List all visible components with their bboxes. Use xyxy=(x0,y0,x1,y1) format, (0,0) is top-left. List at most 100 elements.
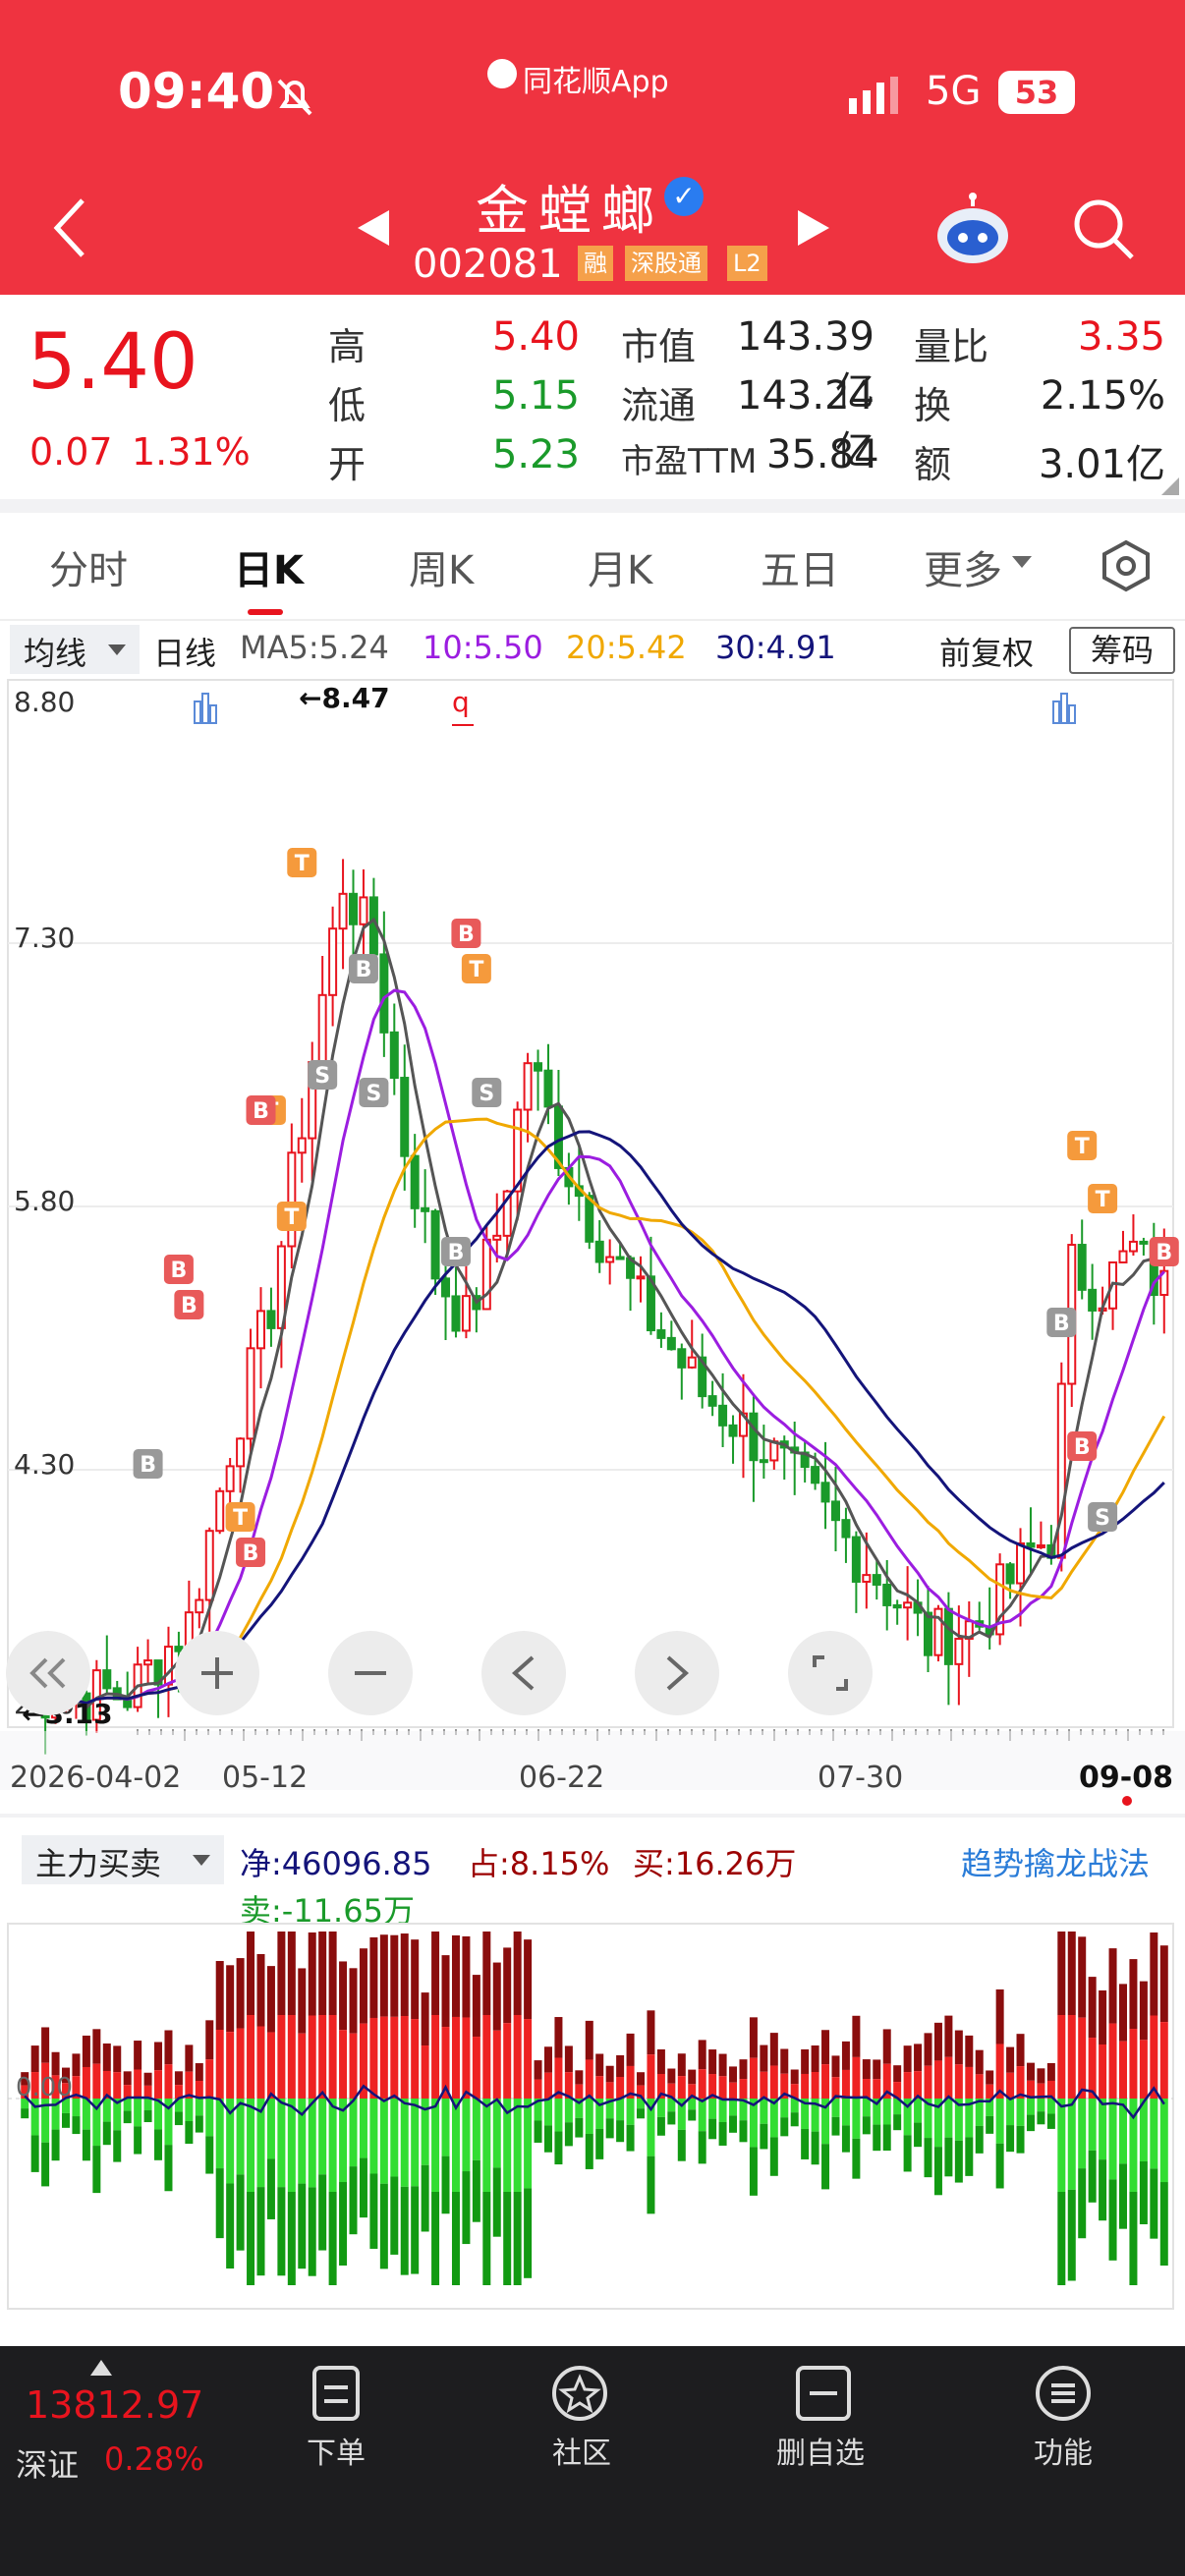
dividend-marker-icon[interactable]: q xyxy=(448,688,478,731)
tab-monthly-k[interactable]: 月K xyxy=(588,538,652,595)
signal-badge[interactable]: T xyxy=(461,954,491,983)
sell-bar xyxy=(72,2099,81,2117)
zoom-out-button[interactable] xyxy=(328,1631,413,1715)
signal-badge[interactable]: T xyxy=(225,1502,255,1532)
buy-bar xyxy=(318,2015,327,2099)
signal-badge[interactable]: B xyxy=(1046,1308,1077,1337)
signal-badge[interactable]: B xyxy=(440,1237,471,1266)
community-icon[interactable] xyxy=(550,2364,609,2423)
candle-body xyxy=(851,1536,861,1583)
buy-bar-strong xyxy=(554,2017,563,2058)
scroll-left-button[interactable] xyxy=(481,1631,566,1715)
tab-weekly-k[interactable]: 周K xyxy=(409,538,474,595)
prev-stock-icon[interactable] xyxy=(356,208,391,248)
report-icon[interactable] xyxy=(193,692,218,725)
signal-badge[interactable]: S xyxy=(472,1078,502,1107)
nav-function-label[interactable]: 功能 xyxy=(1034,2429,1093,2472)
turnover-label: 换 xyxy=(914,384,952,427)
signal-badge[interactable]: B xyxy=(133,1449,163,1479)
menu-circle-icon[interactable] xyxy=(1034,2364,1093,2423)
svg-text:S: S xyxy=(1095,1506,1110,1531)
buy-bar-strong xyxy=(954,2030,963,2065)
tab-more[interactable]: 更多 xyxy=(924,538,1002,595)
buy-bar-strong xyxy=(893,2065,902,2083)
buy-bar xyxy=(524,2019,533,2099)
scroll-right-button[interactable] xyxy=(635,1631,719,1715)
settings-hexagon-icon[interactable] xyxy=(1099,538,1154,593)
indicator-buy: 买:16.26万 xyxy=(633,1845,797,1882)
expand-corner-icon[interactable] xyxy=(1161,477,1179,495)
search-icon[interactable] xyxy=(1071,196,1136,261)
remove-watchlist-icon[interactable] xyxy=(794,2364,853,2423)
robot-assistant-icon[interactable] xyxy=(933,193,1012,267)
zoom-in-button[interactable] xyxy=(175,1631,259,1715)
scroll-left-fast-button[interactable] xyxy=(6,1631,90,1715)
sell-bar-strong xyxy=(513,2192,522,2285)
buy-bar-strong xyxy=(656,2048,665,2074)
sell-bar-strong xyxy=(790,2112,799,2127)
sell-bar-strong xyxy=(575,2117,584,2138)
nav-community-label[interactable]: 社区 xyxy=(552,2429,611,2472)
candle-body xyxy=(266,1310,276,1329)
candle-body xyxy=(862,1574,872,1583)
sell-bar-strong xyxy=(205,2136,214,2174)
tab-intraday[interactable]: 分时 xyxy=(49,538,128,595)
report-icon[interactable] xyxy=(1051,692,1077,725)
main-force-chart[interactable] xyxy=(0,1922,1185,2315)
sell-bar-strong xyxy=(708,2118,717,2140)
signal-badge[interactable]: T xyxy=(276,1202,307,1231)
chips-button[interactable]: 筹码 xyxy=(1069,627,1175,674)
signal-badge[interactable]: B xyxy=(174,1290,204,1319)
strategy-link[interactable]: 趋势擒龙战法 xyxy=(961,1839,1150,1884)
candle-body xyxy=(255,1310,265,1350)
signal-badge[interactable]: B xyxy=(1067,1431,1098,1461)
buy-bar-strong xyxy=(769,2033,778,2066)
sell-bar xyxy=(82,2099,90,2130)
buy-bar-strong xyxy=(995,1988,1004,2044)
signal-badge[interactable]: B xyxy=(1149,1237,1179,1266)
signal-badge[interactable]: B xyxy=(348,954,378,983)
svg-text:T: T xyxy=(1075,1135,1090,1159)
signal-badge[interactable]: B xyxy=(163,1255,194,1284)
nav-remove-watchlist-label[interactable]: 删自选 xyxy=(776,2429,865,2472)
tab-daily-k[interactable]: 日K xyxy=(234,538,304,595)
sell-bar-strong xyxy=(543,2125,552,2153)
signal-badge[interactable]: S xyxy=(359,1078,389,1107)
back-arrow-icon[interactable] xyxy=(51,196,90,259)
buy-bar-strong xyxy=(944,2015,953,2057)
signal-badge[interactable]: B xyxy=(236,1538,266,1567)
kline-chart[interactable]: BBBTBTTBTBSSBTSBTTBBSB xyxy=(0,678,1185,1808)
tab-five-day[interactable]: 五日 xyxy=(761,538,839,595)
signal-badge[interactable]: B xyxy=(246,1095,276,1125)
sell-bar-strong xyxy=(1057,2192,1066,2285)
candle-body xyxy=(656,1329,666,1339)
buy-bar xyxy=(379,2016,388,2099)
adjust-mode[interactable]: 前复权 xyxy=(939,629,1034,674)
buy-bar-strong xyxy=(266,1966,275,2033)
network-type: 5G xyxy=(926,69,982,114)
sell-bar-strong xyxy=(605,2118,614,2139)
order-icon[interactable] xyxy=(309,2364,364,2423)
buy-bar-strong xyxy=(841,2041,850,2070)
up-triangle-icon xyxy=(90,2360,112,2376)
candle-body xyxy=(317,993,327,1064)
buy-bar-strong xyxy=(1057,1932,1066,2015)
sell-bar xyxy=(914,2099,923,2123)
index-value[interactable]: 13812.97 xyxy=(26,2383,203,2427)
buy-bar-strong xyxy=(72,2053,81,2077)
signal-badge[interactable]: T xyxy=(287,848,317,877)
buy-bar xyxy=(113,2072,122,2099)
fullscreen-button[interactable] xyxy=(788,1631,873,1715)
more-dropdown-icon xyxy=(1012,556,1032,568)
nav-order-label[interactable]: 下单 xyxy=(307,2429,366,2472)
signal-badge[interactable]: S xyxy=(308,1060,338,1090)
stock-code: 002081 xyxy=(413,242,563,287)
candle-body xyxy=(143,1659,153,1666)
signal-badge[interactable]: T xyxy=(1067,1131,1098,1160)
svg-text:B: B xyxy=(243,1541,259,1566)
next-stock-icon[interactable] xyxy=(796,208,831,248)
signal-badge[interactable]: B xyxy=(451,919,481,948)
signal-badge[interactable]: T xyxy=(1088,1184,1118,1213)
signal-badge[interactable]: S xyxy=(1088,1502,1118,1532)
buy-bar-strong xyxy=(441,1955,450,2028)
